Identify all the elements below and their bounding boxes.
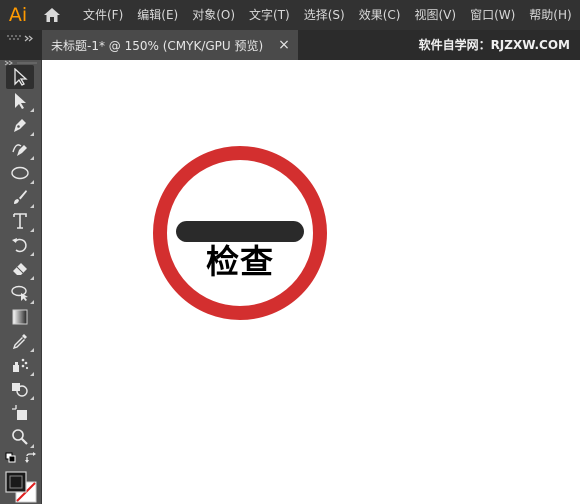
tool-flyout-indicator <box>30 444 34 448</box>
tool-flyout-indicator <box>30 276 34 280</box>
tool-flyout-indicator <box>30 132 34 136</box>
shape-builder-tool[interactable] <box>6 377 34 401</box>
artboard-tool[interactable] <box>6 401 34 425</box>
sign-text: 检查 <box>206 242 274 281</box>
menu-window[interactable]: 窗口(W) <box>463 0 522 30</box>
rotate-tool[interactable] <box>6 233 34 257</box>
ellipse-tool[interactable] <box>6 161 34 185</box>
lasso-tool[interactable] <box>6 281 34 305</box>
type-tool[interactable] <box>6 209 34 233</box>
tool-flyout-indicator <box>30 396 34 400</box>
tool-flyout-indicator <box>30 300 34 304</box>
gradient-tool-icon <box>12 309 28 325</box>
tool-flyout-indicator <box>30 156 34 160</box>
tool-flyout-indicator <box>30 252 34 256</box>
tool-flyout-indicator <box>30 348 34 352</box>
eyedropper-tool-icon <box>12 334 27 350</box>
eraser-tool[interactable] <box>6 257 34 281</box>
fill-stroke-swatch[interactable] <box>4 470 38 504</box>
shape-builder-tool-icon <box>12 383 28 397</box>
gradient-tool[interactable] <box>6 305 34 329</box>
tool-flyout-indicator <box>30 204 34 208</box>
document-tab[interactable]: 未标题-1* @ 150% (CMYK/GPU 预览) × <box>42 30 298 60</box>
eyedropper-tool[interactable] <box>6 329 34 353</box>
home-button[interactable] <box>36 0 68 30</box>
zoom-tool-icon <box>12 429 28 445</box>
menu-items: 文件(F) 编辑(E) 对象(O) 文字(T) 选择(S) 效果(C) 视图(V… <box>76 0 579 30</box>
tool-flyout-indicator <box>30 108 34 112</box>
sign-black-bar <box>176 221 304 242</box>
panel-grip-icon[interactable] <box>5 34 35 42</box>
sign-graphic <box>153 146 327 320</box>
selection-tool[interactable] <box>6 65 34 89</box>
menu-select[interactable]: 选择(S) <box>297 0 352 30</box>
swap-fill-stroke-icon[interactable] <box>25 452 37 464</box>
home-icon <box>44 8 60 22</box>
type-tool-icon <box>13 213 27 229</box>
pen-tool-icon <box>14 119 26 132</box>
tool-flyout-indicator <box>30 180 34 184</box>
watermark-text: 软件自学网：RJZXW.COM <box>418 38 570 52</box>
lasso-tool-icon <box>11 285 28 301</box>
direct-selection-tool[interactable] <box>6 89 34 113</box>
artboard-tool-icon <box>12 405 27 420</box>
symbol-sprayer-tool-icon <box>13 358 29 372</box>
menu-object[interactable]: 对象(O) <box>185 0 242 30</box>
artboard-canvas[interactable]: 检查 <box>43 60 580 504</box>
menu-type[interactable]: 文字(T) <box>242 0 297 30</box>
document-tab-title: 未标题-1* @ 150% (CMYK/GPU 预览) <box>51 38 264 53</box>
menu-bar: Ai 文件(F) 编辑(E) 对象(O) 文字(T) 选择(S) 效果(C) 视… <box>0 0 580 30</box>
menu-help[interactable]: 帮助(H) <box>522 0 578 30</box>
ellipse-tool-icon <box>11 166 29 180</box>
tool-flyout-indicator <box>30 228 34 232</box>
menu-edit[interactable]: 编辑(E) <box>130 0 185 30</box>
tool-flyout-indicator <box>30 372 34 376</box>
inspection-sign[interactable]: 检查 <box>151 144 329 322</box>
tools-panel <box>0 60 42 504</box>
menu-view[interactable]: 视图(V) <box>407 0 463 30</box>
direct-selection-tool-icon <box>15 93 26 109</box>
menu-file[interactable]: 文件(F) <box>76 0 130 30</box>
symbol-sprayer-tool[interactable] <box>6 353 34 377</box>
pen-tool[interactable] <box>6 113 34 137</box>
rotate-tool-icon <box>12 238 27 253</box>
paintbrush-tool-icon <box>14 190 27 204</box>
selection-tool-icon <box>14 68 28 86</box>
curvature-tool[interactable] <box>6 137 34 161</box>
document-tab-bar: 未标题-1* @ 150% (CMYK/GPU 预览) × 软件自学网：RJZX… <box>0 30 580 60</box>
close-tab-button[interactable]: × <box>278 38 290 52</box>
eraser-tool-icon <box>13 263 27 275</box>
default-colors-icon[interactable] <box>5 452 17 464</box>
zoom-tool[interactable] <box>6 425 34 449</box>
paintbrush-tool[interactable] <box>6 185 34 209</box>
app-logo: Ai <box>8 4 28 26</box>
menu-effect[interactable]: 效果(C) <box>352 0 408 30</box>
curvature-tool-icon <box>12 144 27 156</box>
